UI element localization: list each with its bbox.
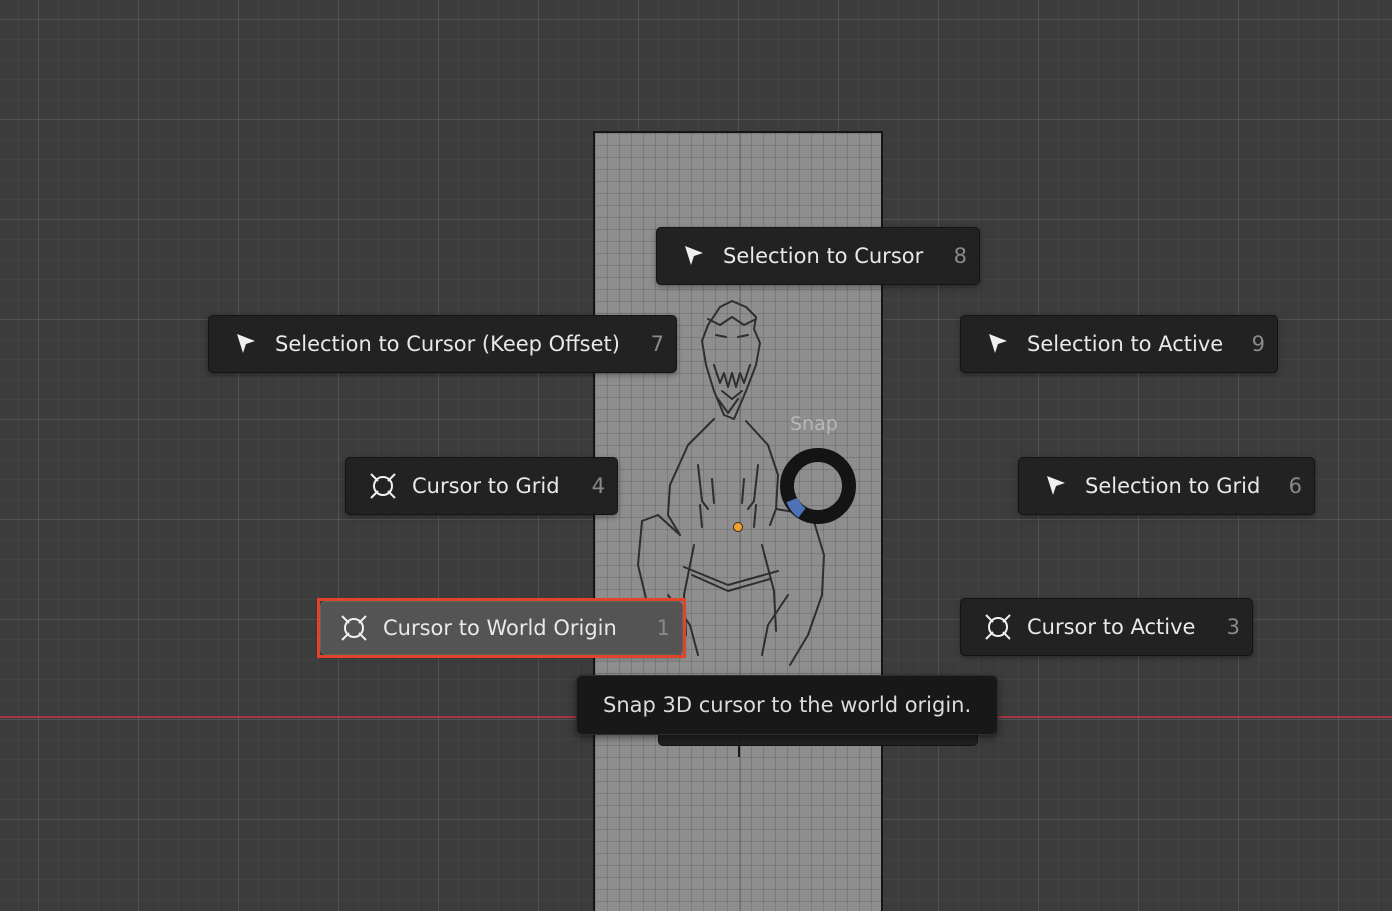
3d-cursor-icon — [368, 471, 398, 501]
pie-menu-title: Snap — [790, 413, 838, 435]
pie-item-hotkey: 3 — [1226, 615, 1240, 639]
3d-viewport[interactable]: Snap Selection to Cursor 8 Selection to … — [0, 0, 1392, 911]
pie-item-cursor-to-world-origin[interactable]: Cursor to World Origin 1 — [320, 601, 683, 655]
pie-item-label: Selection to Active — [1027, 332, 1224, 356]
pie-item-hotkey: 9 — [1251, 332, 1265, 356]
pie-item-label: Cursor to Active — [1027, 615, 1196, 639]
pie-item-selection-to-cursor[interactable]: Selection to Cursor 8 — [656, 227, 980, 285]
pie-item-cursor-to-grid[interactable]: Cursor to Grid 4 — [345, 457, 618, 515]
tooltip-text: Snap 3D cursor to the world origin. — [603, 693, 972, 717]
pie-item-hotkey: 1 — [656, 616, 670, 640]
3d-cursor-icon — [339, 613, 369, 643]
pie-item-hotkey: 4 — [591, 474, 605, 498]
pie-item-hotkey: 6 — [1288, 474, 1302, 498]
pie-item-label: Selection to Grid — [1085, 474, 1261, 498]
selection-cursor-icon — [983, 329, 1013, 359]
pie-item-hotkey: 7 — [650, 332, 664, 356]
origin-point — [733, 522, 743, 532]
pie-item-label: Selection to Cursor — [723, 244, 924, 268]
tooltip: Snap 3D cursor to the world origin. — [576, 675, 999, 735]
selection-cursor-icon — [231, 329, 261, 359]
pie-direction-indicator — [780, 448, 856, 524]
pie-item-label: Selection to Cursor (Keep Offset) — [275, 332, 620, 356]
pie-item-selection-to-cursor-keep-offset[interactable]: Selection to Cursor (Keep Offset) 7 — [208, 315, 677, 373]
pie-item-hotkey: 8 — [953, 244, 967, 268]
3d-cursor-icon — [983, 612, 1013, 642]
pie-item-label: Cursor to World Origin — [383, 616, 617, 640]
pie-item-selection-to-active[interactable]: Selection to Active 9 — [960, 315, 1278, 373]
3d-cursor-line — [738, 735, 740, 757]
pie-item-label: Cursor to Grid — [412, 474, 560, 498]
pie-item-cursor-to-active[interactable]: Cursor to Active 3 — [960, 598, 1253, 656]
pie-item-selection-to-grid[interactable]: Selection to Grid 6 — [1018, 457, 1315, 515]
selection-cursor-icon — [679, 241, 709, 271]
selection-cursor-icon — [1041, 471, 1071, 501]
